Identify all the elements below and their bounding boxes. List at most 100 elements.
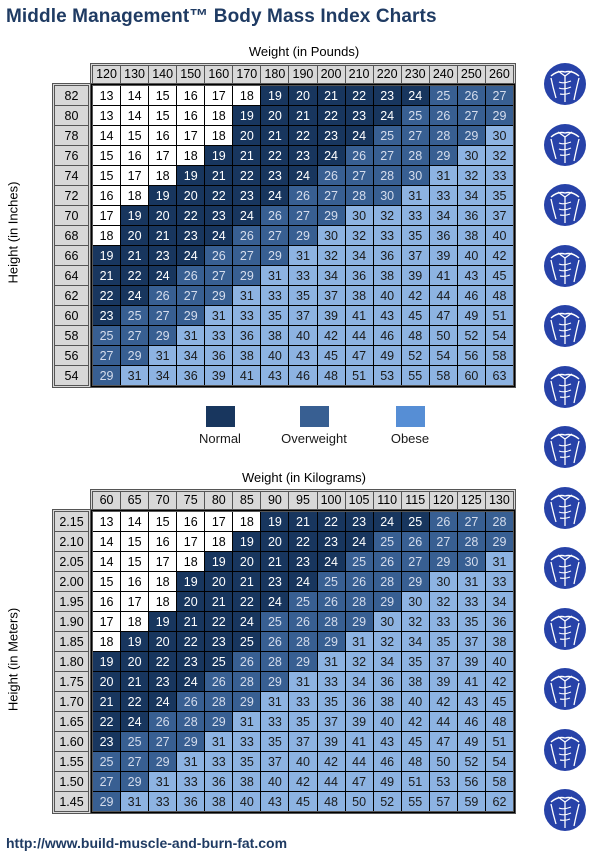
bmi-cell: 18 [177, 146, 205, 165]
bmi-cell: 54 [485, 752, 513, 771]
bmi-cell: 23 [317, 532, 345, 551]
row-header-column-meters: 2.15 2.10 2.05 2.00 1.95 1.90 1.85 1.80 1.75 1.70… [52, 509, 91, 814]
bmi-cell: 24 [261, 592, 289, 611]
bmi-cell: 36 [457, 206, 485, 225]
bmi-cell: 22 [93, 286, 121, 305]
legend-swatch-overweight [299, 406, 329, 427]
column-header: 260 [484, 66, 513, 83]
bmi-cell: 22 [289, 126, 317, 145]
bmi-cell: 29 [93, 792, 121, 811]
bmi-cell: 25 [401, 512, 429, 531]
bmi-cell: 24 [233, 612, 261, 631]
bmi-cell: 19 [93, 246, 121, 265]
bmi-cell: 14 [121, 86, 149, 105]
bmi-cell: 27 [121, 326, 149, 345]
bmi-cell: 18 [149, 166, 177, 185]
bmi-cell: 20 [177, 592, 205, 611]
bmi-cell: 28 [289, 632, 317, 651]
bmi-cell: 29 [233, 266, 261, 285]
row-header: 62 [55, 285, 88, 305]
legend-item-obese: Obese [380, 406, 440, 446]
bmi-cell: 33 [261, 286, 289, 305]
bmi-cell: 49 [457, 306, 485, 325]
bmi-cell: 46 [373, 326, 401, 345]
bmi-cell: 22 [205, 186, 233, 205]
row-header: 76 [55, 145, 88, 165]
bmi-cell: 33 [485, 166, 513, 185]
bmi-cell: 33 [317, 672, 345, 691]
bmi-cell: 25 [121, 732, 149, 751]
bmi-cell: 37 [261, 752, 289, 771]
bmi-cell: 17 [149, 146, 177, 165]
bmi-cell: 48 [485, 712, 513, 731]
bmi-cell: 39 [345, 712, 373, 731]
bmi-cell: 14 [93, 532, 121, 551]
bmi-cell: 36 [429, 226, 457, 245]
bmi-cell: 24 [289, 572, 317, 591]
bmi-cell: 44 [345, 326, 373, 345]
bmi-cell: 53 [373, 366, 401, 385]
bmi-cell: 51 [345, 366, 373, 385]
bmi-cell: 38 [205, 792, 233, 811]
y-axis-label-inches: Height (in Inches) [5, 181, 21, 284]
bmi-cell: 34 [401, 632, 429, 651]
bmi-cell: 29 [345, 612, 373, 631]
bmi-cell: 22 [233, 592, 261, 611]
bmi-cell: 23 [177, 226, 205, 245]
bmi-cell: 21 [261, 552, 289, 571]
bmi-cell: 25 [373, 532, 401, 551]
bmi-cell: 23 [93, 306, 121, 325]
bmi-cell: 62 [485, 792, 513, 811]
bmi-cell: 24 [401, 86, 429, 105]
legend-swatch-normal [205, 406, 235, 427]
bmi-cell: 23 [289, 146, 317, 165]
bmi-cell: 46 [457, 286, 485, 305]
bmi-cell: 29 [149, 326, 177, 345]
bmi-cell: 28 [345, 592, 373, 611]
bmi-cell: 40 [401, 692, 429, 711]
bmi-cell: 24 [373, 512, 401, 531]
bmi-cell: 23 [261, 572, 289, 591]
bmi-cell: 27 [121, 752, 149, 771]
bmi-cell: 26 [233, 226, 261, 245]
bmi-cell: 21 [205, 166, 233, 185]
bmi-cell: 18 [121, 612, 149, 631]
bmi-cell: 23 [149, 672, 177, 691]
bmi-cell: 35 [317, 692, 345, 711]
bmi-cell: 30 [457, 552, 485, 571]
column-header: 85 [232, 492, 260, 509]
bmi-cell: 25 [317, 572, 345, 591]
torso-muscle-icon [543, 607, 587, 651]
bmi-cell: 43 [261, 366, 289, 385]
bmi-cell: 28 [205, 692, 233, 711]
bmi-cell: 47 [429, 306, 457, 325]
bmi-cell: 32 [345, 652, 373, 671]
bmi-cell: 17 [121, 166, 149, 185]
bmi-cell: 22 [177, 632, 205, 651]
row-header: 1.50 [55, 771, 88, 791]
footer-url[interactable]: http://www.build-muscle-and-burn-fat.com [6, 835, 287, 851]
legend-label-overweight: Overweight [281, 431, 347, 446]
bmi-cell: 49 [373, 346, 401, 365]
bmi-cell: 24 [373, 106, 401, 125]
bmi-cell: 24 [317, 146, 345, 165]
row-header: 64 [55, 265, 88, 285]
bmi-cell: 30 [429, 572, 457, 591]
bmi-cell: 22 [93, 712, 121, 731]
bmi-cell: 20 [233, 126, 261, 145]
bmi-cell: 30 [485, 126, 513, 145]
bmi-cell: 15 [121, 126, 149, 145]
bmi-cell: 43 [289, 346, 317, 365]
bmi-cell: 21 [261, 126, 289, 145]
column-header: 170 [232, 66, 260, 83]
bmi-cell: 28 [345, 186, 373, 205]
bmi-cell: 38 [233, 772, 261, 791]
bmi-cell: 24 [317, 552, 345, 571]
bmi-cell: 29 [317, 632, 345, 651]
bmi-cell: 22 [317, 106, 345, 125]
bmi-cell: 29 [121, 772, 149, 791]
bmi-cell: 49 [457, 732, 485, 751]
bmi-cell: 48 [401, 752, 429, 771]
bmi-cell: 17 [177, 126, 205, 145]
bmi-cell: 23 [177, 652, 205, 671]
